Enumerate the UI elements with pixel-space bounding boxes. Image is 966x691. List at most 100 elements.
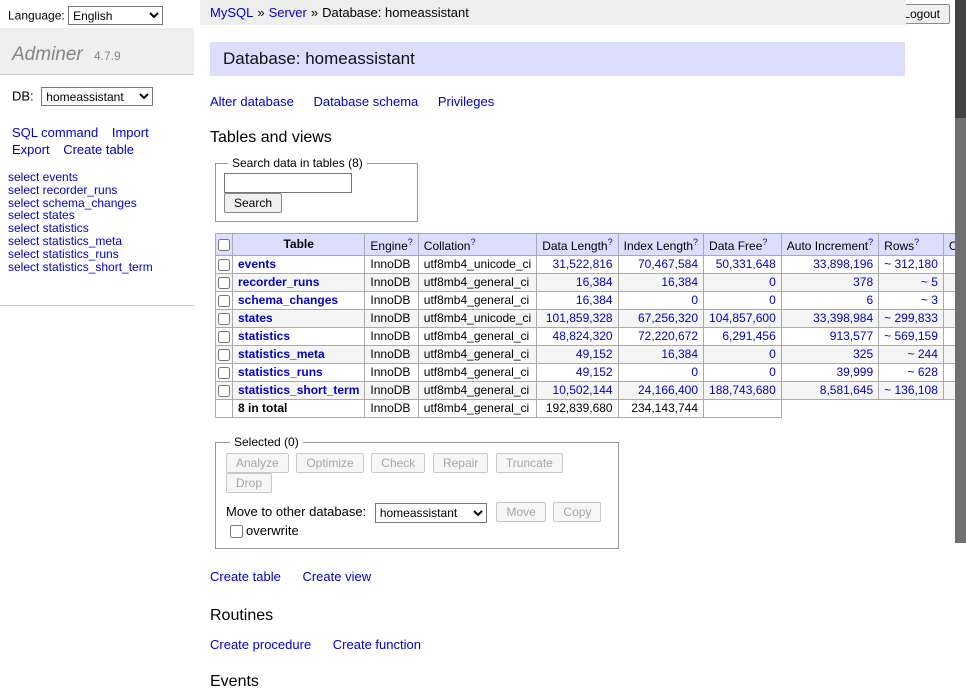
help-link[interactable]: ? [408, 237, 413, 247]
export-link[interactable]: Export [12, 142, 50, 157]
data-length-link[interactable]: 16,384 [576, 275, 613, 289]
scrollbar-thumb[interactable] [955, 0, 966, 118]
auto-increment-link[interactable]: 6 [866, 293, 873, 307]
drop-button[interactable]: Drop [226, 473, 272, 493]
data-free-link[interactable]: 0 [769, 275, 776, 289]
auto-increment-link[interactable]: 39,999 [836, 365, 873, 379]
rows-count-link[interactable]: ~ 136,108 [884, 383, 938, 397]
index-length-link[interactable]: 16,384 [661, 275, 698, 289]
check-button[interactable]: Check [371, 453, 425, 473]
alter-database-link[interactable]: Alter database [210, 94, 294, 109]
sidebar-table-link-statistics-meta[interactable]: select statistics_meta [8, 235, 194, 248]
data-length-link[interactable]: 16,384 [576, 293, 613, 307]
overwrite-label[interactable]: overwrite [230, 523, 299, 538]
rows-count-link[interactable]: ~ 569,159 [884, 329, 938, 343]
help-link[interactable]: ? [914, 237, 919, 247]
sidebar-table-link-statistics-short-term[interactable]: select statistics_short_term [8, 261, 194, 274]
sql-command-link[interactable]: SQL command [12, 125, 98, 140]
overwrite-checkbox[interactable] [230, 525, 243, 538]
sidebar-table-link-statistics-runs[interactable]: select statistics_runs [8, 248, 194, 261]
data-free-link[interactable]: 104,857,600 [709, 311, 776, 325]
auto-increment-link[interactable]: 33,398,984 [813, 311, 873, 325]
table-name-link[interactable]: events [238, 257, 276, 271]
language-select[interactable]: English [68, 6, 163, 25]
auto-increment-link[interactable]: 325 [853, 347, 873, 361]
data-length-link[interactable]: 49,152 [576, 347, 613, 361]
auto-increment-link[interactable]: 33,898,196 [813, 257, 873, 271]
help-link[interactable]: ? [762, 237, 767, 247]
table-name-link[interactable]: statistics_runs [238, 365, 323, 379]
copy-button[interactable]: Copy [553, 502, 601, 522]
index-length-link[interactable]: 0 [691, 365, 698, 379]
help-link[interactable]: ? [470, 237, 475, 247]
table-name-link[interactable]: statistics_meta [238, 347, 325, 361]
help-link[interactable]: ? [868, 237, 873, 247]
row-checkbox[interactable] [218, 349, 230, 361]
optimize-button[interactable]: Optimize [296, 453, 363, 473]
row-checkbox[interactable] [218, 331, 230, 343]
index-length-link[interactable]: 70,467,584 [638, 257, 698, 271]
index-length-link[interactable]: 24,166,400 [638, 383, 698, 397]
privileges-link[interactable]: Privileges [438, 94, 494, 109]
row-checkbox[interactable] [218, 295, 230, 307]
move-button[interactable]: Move [496, 502, 545, 522]
rows-count-link[interactable]: ~ 5 [921, 275, 938, 289]
truncate-button[interactable]: Truncate [496, 453, 563, 473]
row-checkbox[interactable] [218, 367, 230, 379]
data-length-link[interactable]: 48,824,320 [553, 329, 613, 343]
data-free-link[interactable]: 0 [769, 347, 776, 361]
rows-count-link[interactable]: ~ 628 [908, 365, 938, 379]
database-schema-link[interactable]: Database schema [313, 94, 418, 109]
select-all-checkbox[interactable] [218, 239, 230, 251]
rows-count-link[interactable]: ~ 244 [908, 347, 938, 361]
table-name-link[interactable]: recorder_runs [238, 275, 319, 289]
row-checkbox[interactable] [218, 385, 230, 397]
data-length-link[interactable]: 101,859,328 [546, 311, 613, 325]
row-checkbox[interactable] [218, 259, 230, 271]
index-length-link[interactable]: 16,384 [661, 347, 698, 361]
data-length-link[interactable]: 49,152 [576, 365, 613, 379]
data-free-link[interactable]: 50,331,648 [716, 257, 776, 271]
create-table-link-main[interactable]: Create table [210, 569, 281, 584]
db-select[interactable]: homeassistant [41, 87, 153, 106]
index-length-link[interactable]: 67,256,320 [638, 311, 698, 325]
rows-count-link[interactable]: ~ 312,180 [884, 257, 938, 271]
table-name-link[interactable]: statistics_short_term [238, 383, 359, 397]
row-checkbox[interactable] [218, 313, 230, 325]
create-function-link[interactable]: Create function [333, 637, 421, 652]
help-link[interactable]: ? [608, 237, 613, 247]
data-free-link[interactable]: 188,743,680 [709, 383, 776, 397]
sidebar-table-link-events[interactable]: select events [8, 171, 194, 184]
search-input[interactable] [224, 173, 352, 193]
table-name-link[interactable]: schema_changes [238, 293, 338, 307]
auto-increment-link[interactable]: 378 [853, 275, 873, 289]
create-table-link[interactable]: Create table [63, 142, 134, 157]
row-checkbox[interactable] [218, 277, 230, 289]
create-view-link[interactable]: Create view [302, 569, 371, 584]
index-length-link[interactable]: 0 [691, 293, 698, 307]
table-name-link[interactable]: statistics [238, 329, 290, 343]
help-link[interactable]: ? [693, 237, 698, 247]
scrollbar[interactable] [955, 0, 966, 543]
data-length-link[interactable]: 31,522,816 [553, 257, 613, 271]
move-db-select[interactable]: homeassistant [375, 503, 487, 523]
breadcrumb-server-link[interactable]: Server [269, 5, 307, 20]
auto-increment-link[interactable]: 913,577 [830, 329, 873, 343]
table-name-link[interactable]: states [238, 311, 273, 325]
index-length-link[interactable]: 72,220,672 [638, 329, 698, 343]
sidebar-table-link-recorder-runs[interactable]: select recorder_runs [8, 184, 194, 197]
search-button[interactable]: Search [224, 193, 282, 213]
create-procedure-link[interactable]: Create procedure [210, 637, 311, 652]
auto-increment-link[interactable]: 8,581,645 [820, 383, 873, 397]
analyze-button[interactable]: Analyze [226, 453, 289, 473]
data-length-link[interactable]: 10,502,144 [553, 383, 613, 397]
rows-count-link[interactable]: ~ 299,833 [884, 311, 938, 325]
rows-count-link[interactable]: ~ 3 [921, 293, 938, 307]
import-link[interactable]: Import [112, 125, 149, 140]
breadcrumb-mysql-link[interactable]: MySQL [210, 5, 253, 20]
data-free-link[interactable]: 0 [769, 293, 776, 307]
repair-button[interactable]: Repair [433, 453, 488, 473]
data-free-link[interactable]: 0 [769, 365, 776, 379]
data-free-link[interactable]: 6,291,456 [722, 329, 775, 343]
app-name[interactable]: Adminer [12, 44, 83, 65]
